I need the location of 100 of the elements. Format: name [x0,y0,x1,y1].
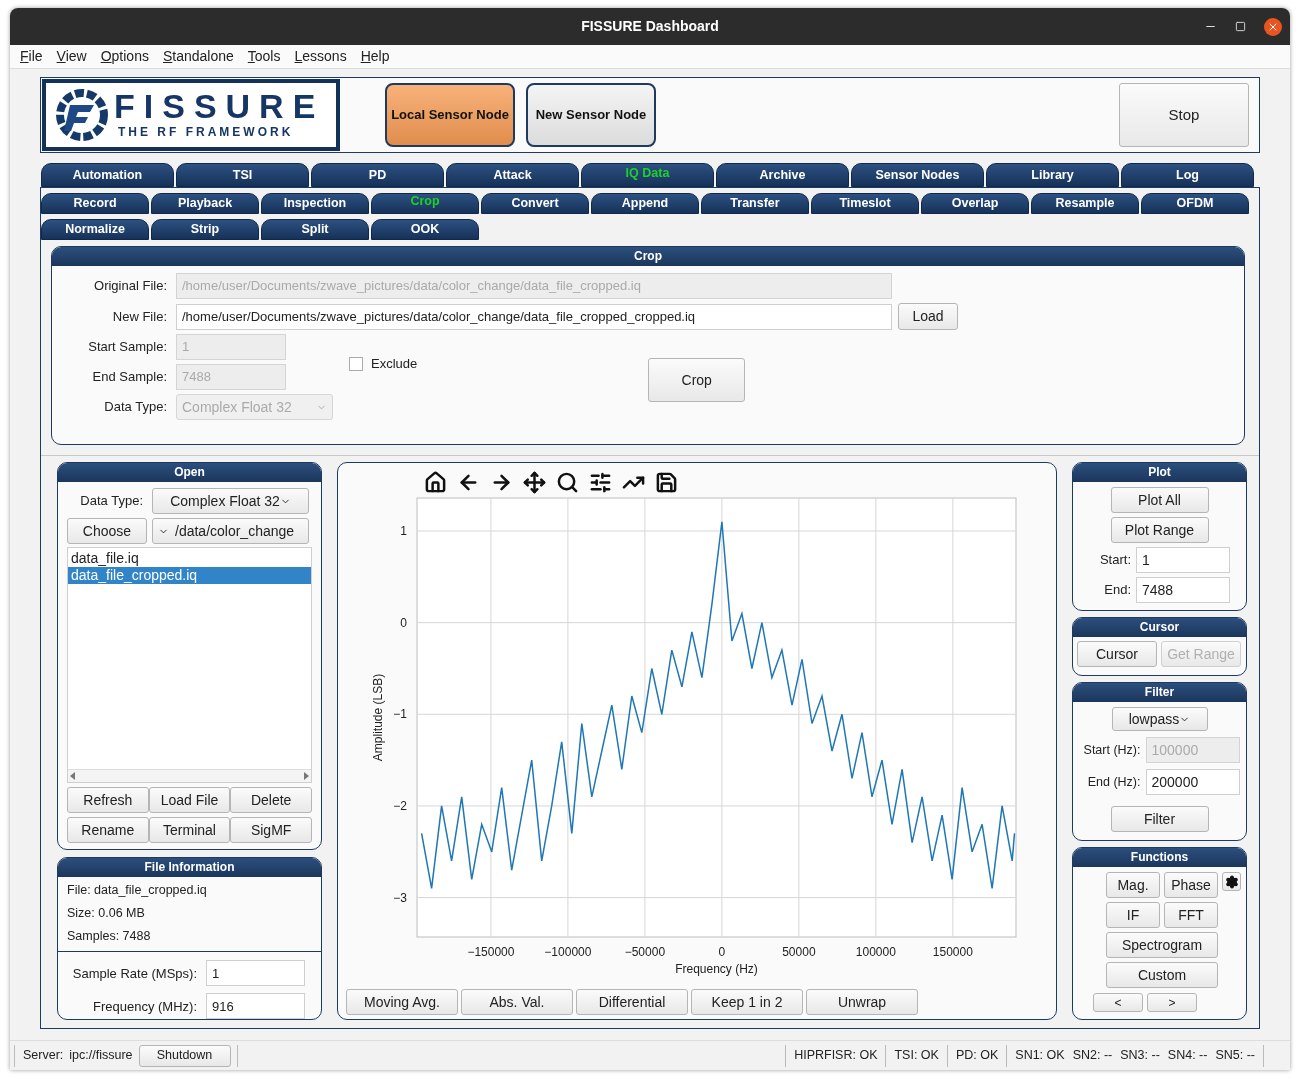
transform-button[interactable]: Keep 1 in 2 [691,989,803,1015]
file-action-button[interactable]: Rename [67,817,149,843]
tab[interactable]: TSI [176,163,309,187]
tab[interactable]: Archive [716,163,849,187]
tab[interactable]: Sensor Nodes [851,163,984,187]
field-label: Original File: [93,277,167,296]
panel-title: Filter [1073,683,1246,702]
function-button[interactable]: Phase [1164,872,1218,898]
file-action-button[interactable]: Terminal [148,817,231,843]
save-icon[interactable] [655,471,678,494]
nav-button[interactable]: < [1093,993,1143,1012]
crop-button[interactable]: Crop [648,358,746,402]
menu-item[interactable]: Help [360,46,390,67]
tab[interactable]: OOK [371,219,479,240]
field-label: End (Hz): [1086,773,1141,791]
plot-button[interactable]: Plot All [1110,487,1209,513]
sensor-node-button[interactable]: Local Sensor Node [385,83,515,147]
status-text: SN5: -- [1215,1047,1255,1065]
menu-item[interactable]: Lessons [294,46,347,67]
close-button[interactable] [1264,17,1282,36]
horizontal-scrollbar[interactable] [68,769,311,782]
menu-item[interactable]: View [56,46,87,67]
settings-icon [1224,874,1239,889]
transform-button[interactable]: Unwrap [806,989,918,1015]
pan-icon[interactable] [523,471,546,494]
tab[interactable]: Split [261,219,369,240]
menu-item[interactable]: Options [100,46,149,67]
transform-button[interactable]: Abs. Val. [461,989,573,1015]
tab[interactable]: Log [1121,163,1254,187]
tab[interactable]: Convert [481,193,589,214]
logo-tagline: THE RF FRAMEWORK [117,124,295,141]
tab[interactable]: Append [591,193,699,214]
shutdown-button[interactable]: Shutdown [138,1044,231,1067]
plot-button[interactable]: Plot Range [1110,517,1209,543]
menu-item[interactable]: File [20,46,43,67]
tab[interactable]: Inspection [261,193,369,214]
filter-button[interactable]: Filter [1110,806,1209,832]
input-field[interactable]: 7488 [1136,577,1230,603]
tick-label: −150000 [467,945,515,959]
file-action-button[interactable]: SigMF [230,817,312,843]
scroll-left-icon[interactable] [70,772,75,780]
sliders-icon[interactable] [589,471,612,494]
file-action-button[interactable]: Load File [148,787,231,813]
file-list-item[interactable]: data_file_cropped.iq [68,567,311,584]
dropdown[interactable]: Complex Float 32 [152,488,309,514]
function-button[interactable]: IF [1106,902,1160,928]
folder-dropdown[interactable]: /data/color_change [152,518,309,544]
nav-button[interactable]: > [1147,993,1197,1012]
tab[interactable]: Resample [1031,193,1139,214]
tab[interactable]: Playback [151,193,259,214]
tab[interactable]: IQ Data [581,163,714,187]
tab[interactable]: Overlap [921,193,1029,214]
field-label: Data Type: [79,492,143,511]
status-text: TSI: OK [894,1047,939,1065]
tab[interactable]: Timeslot [811,193,919,214]
sensor-node-button[interactable]: New Sensor Node [526,83,656,147]
tab[interactable]: Record [41,193,149,214]
input-field[interactable]: /home/user/Documents/zwave_pictures/data/color_change/data_file_cropped_cropped.iq [176,303,892,330]
tab[interactable]: Transfer [701,193,809,214]
tab[interactable]: OFDM [1141,193,1249,214]
tab[interactable]: PD [311,163,444,187]
filter-type-dropdown[interactable]: lowpass [1111,707,1208,731]
stop-button[interactable]: Stop [1119,83,1249,147]
function-button[interactable]: Custom [1106,962,1218,988]
home-icon[interactable] [424,471,447,494]
tab[interactable]: Automation [41,163,174,187]
maximize-icon[interactable] [1235,21,1246,32]
file-action-button[interactable]: Delete [230,787,312,813]
transform-button[interactable]: Moving Avg. [346,989,458,1015]
tab[interactable]: Library [986,163,1119,187]
input-field[interactable]: 200000 [1145,769,1240,795]
axis-label: Frequency (Hz) [675,962,758,976]
tab[interactable]: Normalize [41,219,149,240]
panel-title: File Information [58,858,321,877]
settings-button[interactable] [1222,872,1241,891]
function-button[interactable]: FFT [1164,902,1218,928]
file-action-button[interactable]: Refresh [67,787,149,813]
status-text: SN1: OK [1015,1047,1065,1065]
menu-item[interactable]: Tools [247,46,281,67]
load-button[interactable]: Load [898,303,958,330]
tab[interactable]: Strip [151,219,259,240]
zoom-icon[interactable] [556,471,579,494]
tab[interactable]: Attack [446,163,579,187]
scroll-right-icon[interactable] [304,772,309,780]
file-list-item[interactable]: data_file.iq [68,550,311,567]
menu-item[interactable]: Standalone [162,46,234,67]
input-field[interactable]: 1 [1136,547,1230,573]
checkbox[interactable] [349,356,363,371]
input-field[interactable]: 1 [206,960,305,987]
field-label: New File: [111,307,167,326]
input-field[interactable]: 916 [206,993,305,1019]
transform-button[interactable]: Differential [576,989,688,1015]
tab[interactable]: Crop [371,193,479,214]
status-text: ipc://fissure [69,1047,133,1065]
function-button[interactable]: Spectrogram [1106,932,1218,958]
function-button[interactable]: Mag. [1106,872,1160,898]
panel-title: Plot [1073,463,1246,482]
choose-button[interactable]: Choose [67,518,147,544]
status-text: PD: OK [955,1047,999,1065]
cursor-button[interactable]: Cursor [1077,641,1157,667]
